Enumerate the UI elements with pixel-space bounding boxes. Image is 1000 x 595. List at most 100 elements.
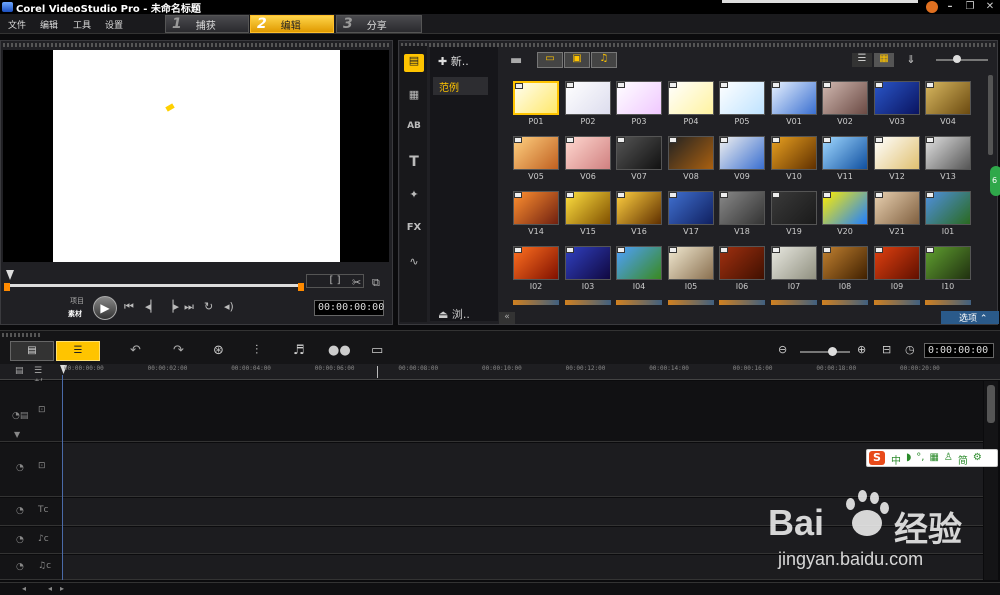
add-folder-button[interactable]: ✚ 新..	[438, 53, 469, 69]
show-video-icon[interactable]: ▭	[537, 52, 563, 68]
voice-track[interactable]	[63, 527, 983, 554]
timeline-vscroll[interactable]	[984, 381, 998, 580]
library-thumbnail[interactable]	[719, 246, 765, 280]
end-icon[interactable]: ⏭	[184, 300, 194, 314]
track-visibility-icon[interactable]: ◔	[16, 463, 24, 473]
library-thumbnail[interactable]	[513, 81, 559, 115]
library-thumbnail-partial[interactable]	[771, 300, 817, 305]
library-thumbnail[interactable]	[513, 246, 559, 280]
sort-icon[interactable]: ⇓	[903, 53, 919, 67]
library-thumbnail[interactable]	[565, 246, 611, 280]
track-visibility-icon[interactable]: ◔	[16, 506, 24, 516]
library-thumbnail[interactable]	[771, 81, 817, 115]
library-thumbnail-partial[interactable]	[874, 300, 920, 305]
volume-icon[interactable]: ◂)	[224, 300, 234, 313]
enlarge-preview-icon[interactable]: ⧉	[372, 276, 380, 290]
zoom-out-icon[interactable]: ⊖	[778, 343, 787, 356]
storyboard-view-button[interactable]: ▤	[10, 341, 54, 361]
track-expand-icon[interactable]: ▼	[14, 430, 20, 439]
collapse-library-icon[interactable]: «	[499, 312, 515, 324]
trim-start-marker[interactable]	[4, 283, 10, 291]
redo-icon[interactable]: ↷	[173, 343, 184, 358]
library-thumbnail[interactable]	[616, 246, 662, 280]
library-thumbnail[interactable]	[925, 246, 971, 280]
library-thumbnail-partial[interactable]	[565, 300, 611, 305]
ime-tool-item[interactable]: ⚙	[973, 452, 982, 467]
record-capture-icon[interactable]: ⊛	[213, 343, 224, 358]
library-thumbnail[interactable]	[668, 191, 714, 225]
ime-tool-item[interactable]: ▦	[929, 452, 938, 467]
library-thumbnail-partial[interactable]	[925, 300, 971, 305]
preview-timecode[interactable]: 00:00:00:00	[314, 300, 384, 316]
track-manager-icon[interactable]: ▤	[15, 366, 24, 376]
chapter-point-icon[interactable]: ☰	[34, 366, 42, 376]
video-track[interactable]	[63, 381, 983, 442]
overlay-track[interactable]	[63, 443, 983, 497]
options-button[interactable]: 选项 ⌃	[941, 311, 999, 324]
panel-grip[interactable]	[3, 43, 390, 47]
ime-tool-item[interactable]: ♙	[944, 452, 953, 467]
subtitle-editor-icon[interactable]: ▭	[371, 343, 383, 358]
play-button[interactable]: ▶	[93, 296, 117, 320]
timeline-vscroll-thumb[interactable]	[987, 385, 995, 423]
library-thumbnail[interactable]	[719, 81, 765, 115]
library-thumbnail-partial[interactable]	[668, 300, 714, 305]
zoom-slider[interactable]	[800, 351, 850, 353]
library-thumbnail[interactable]	[874, 81, 920, 115]
fit-project-icon[interactable]: ⊟	[882, 343, 891, 356]
library-thumbnail[interactable]	[874, 136, 920, 170]
step-tab-edit[interactable]: 2 编辑	[250, 15, 334, 33]
zoom-in-icon[interactable]: ⊕	[857, 343, 866, 356]
menu-settings[interactable]: 设置	[105, 18, 123, 31]
ime-logo-icon[interactable]: S	[869, 451, 885, 465]
library-thumbnail[interactable]	[874, 246, 920, 280]
media-tab-icon[interactable]: ▤	[404, 54, 424, 72]
clip-mode-label[interactable]: 素材	[68, 309, 82, 319]
library-thumbnail[interactable]	[565, 191, 611, 225]
show-audio-icon[interactable]: ♫	[591, 52, 617, 68]
library-thumbnail[interactable]	[616, 81, 662, 115]
menu-file[interactable]: 文件	[8, 18, 26, 31]
step-tab-capture[interactable]: 1 捕获	[165, 15, 249, 33]
library-thumbnail[interactable]	[771, 191, 817, 225]
previous-frame-icon[interactable]: ◂▏	[145, 300, 159, 313]
menu-edit[interactable]: 编辑	[40, 18, 58, 31]
scroll-right-icon[interactable]: ▸	[60, 584, 64, 593]
scroll-left-icon[interactable]: ◂	[22, 584, 26, 593]
track-visibility-icon[interactable]: ◔	[16, 562, 24, 572]
ime-tool-item[interactable]: ◗	[906, 452, 911, 467]
library-thumbnail[interactable]	[513, 191, 559, 225]
repeat-icon[interactable]: ↻	[204, 300, 213, 313]
ime-tool-item[interactable]: °,	[916, 452, 924, 467]
scrubber-track[interactable]	[8, 284, 302, 287]
title-tab-icon[interactable]: T	[404, 154, 424, 172]
instant-project-tab-icon[interactable]: ▦	[404, 88, 424, 106]
next-frame-icon[interactable]: ▕▸	[165, 300, 179, 313]
graphic-tab-icon[interactable]: ✦	[404, 188, 424, 206]
library-thumbnail-partial[interactable]	[513, 300, 559, 305]
library-thumbnail[interactable]	[874, 191, 920, 225]
library-thumbnail[interactable]	[925, 81, 971, 115]
title-track[interactable]	[63, 498, 983, 526]
thumbnail-view-icon[interactable]: ▦	[874, 53, 894, 67]
show-photo-icon[interactable]: ▣	[564, 52, 590, 68]
auto-music-icon[interactable]: ♬	[293, 343, 305, 358]
thumb-size-slider[interactable]	[936, 59, 988, 61]
transition-tab-icon[interactable]: AB	[404, 121, 424, 139]
thumb-size-handle[interactable]	[953, 55, 961, 63]
close-button[interactable]: ✕	[980, 0, 1000, 14]
timeline-timecode[interactable]: 0:00:00:00	[924, 343, 994, 358]
library-thumbnail[interactable]	[668, 246, 714, 280]
library-thumbnail[interactable]	[616, 191, 662, 225]
scroll-start-icon[interactable]: ◂	[48, 584, 52, 593]
browse-button[interactable]: ⏏ 浏..	[438, 306, 470, 322]
track-visibility-icon[interactable]: ◔	[16, 535, 24, 545]
track-visibility-icon[interactable]: ◔▤	[12, 411, 28, 421]
minimize-button[interactable]: –	[940, 0, 960, 14]
trim-end-marker[interactable]	[298, 283, 304, 291]
library-thumbnail[interactable]	[719, 191, 765, 225]
import-folder-icon[interactable]: ▬	[510, 53, 522, 68]
library-thumbnail[interactable]	[719, 136, 765, 170]
menu-tools[interactable]: 工具	[73, 18, 91, 31]
ime-tool-item[interactable]: 简	[958, 452, 968, 467]
